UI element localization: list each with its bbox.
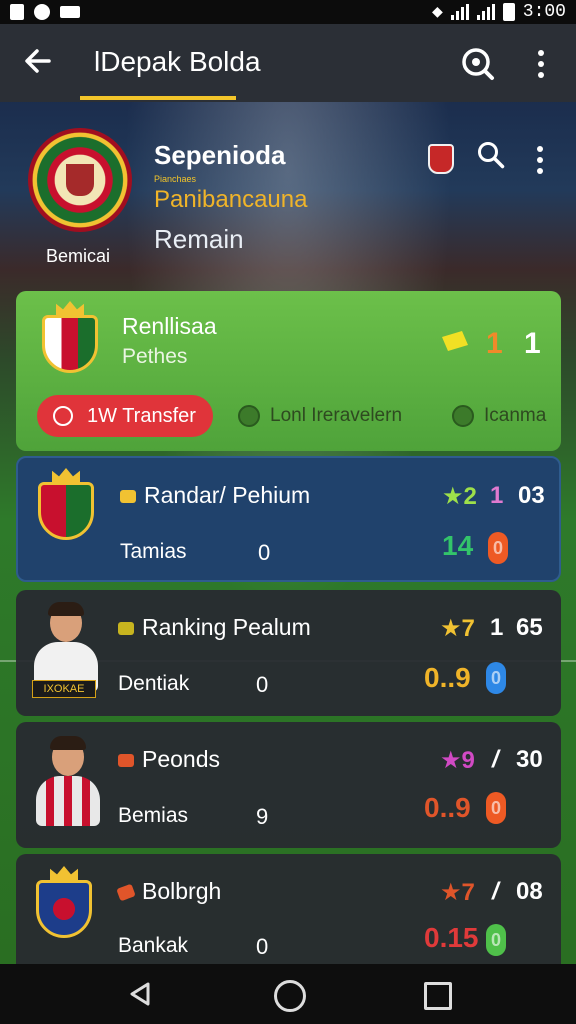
- featured-sub: Pethes: [122, 345, 188, 368]
- header-search-button[interactable]: [476, 140, 506, 170]
- ticket-icon: [116, 884, 136, 902]
- row-value: 0: [258, 540, 271, 565]
- ticket-icon: [442, 331, 468, 351]
- player-avatar: IXOKAE: [30, 602, 100, 698]
- transfer-button[interactable]: 1W Transfer: [37, 395, 213, 437]
- row-value: 0: [256, 934, 269, 959]
- player-avatar: [32, 736, 102, 830]
- row-value: 0: [256, 672, 269, 697]
- header-more-button[interactable]: [532, 142, 548, 176]
- row-stat-c: 03: [518, 482, 545, 509]
- header-title: Sepenioda: [154, 140, 286, 170]
- status-bar: ◆ 3:00: [0, 0, 576, 24]
- row-stat-b: 1: [490, 482, 504, 509]
- clock-icon: [452, 405, 474, 427]
- app-notification-icon: [34, 4, 50, 20]
- row-value: 9: [256, 804, 269, 829]
- row-stat-c: 08: [516, 878, 543, 905]
- list-item[interactable]: IXOKAE Ranking Pealum Dentiak 0 ★7 1 65 …: [16, 590, 561, 716]
- row-pill: 0: [486, 924, 506, 956]
- club-badge: [28, 128, 132, 232]
- nav-back-button[interactable]: [126, 980, 154, 1008]
- nav-home-button[interactable]: [274, 980, 306, 1012]
- clock-icon: [53, 406, 73, 426]
- row-stat-c: 30: [516, 746, 543, 773]
- wifi-icon: ◆: [431, 3, 443, 23]
- club-flag-icon[interactable]: [428, 144, 454, 174]
- row-figure: 0..9: [424, 792, 471, 823]
- ticket-icon: [118, 622, 134, 636]
- team-crest: [34, 468, 98, 540]
- system-nav-bar: [0, 964, 576, 1024]
- ticket-icon: [118, 754, 134, 768]
- row-title: Peonds: [118, 746, 220, 773]
- row-pill: 0: [486, 662, 506, 694]
- row-stat-a: ★2: [442, 483, 477, 510]
- message-icon: [60, 6, 80, 18]
- signal-icon: [450, 4, 469, 20]
- featured-card[interactable]: Renllisaa Pethes 1 1 1W Transfer Lonl Ir…: [16, 291, 561, 451]
- featured-crest: [38, 301, 102, 373]
- player-plate: IXOKAE: [32, 680, 96, 698]
- signal-2-icon: [476, 4, 495, 20]
- nav-recents-button[interactable]: [424, 982, 452, 1010]
- chip-lonl[interactable]: Lonl Ireravelern: [238, 401, 402, 431]
- list-item[interactable]: Peonds Bemias 9 ★9 / 30 0..9 0: [16, 722, 561, 848]
- row-figure: 0.15: [424, 922, 479, 953]
- search-button[interactable]: [458, 44, 498, 84]
- featured-score-a: 1: [486, 327, 503, 360]
- team-crest: [32, 866, 96, 938]
- app-bar: lDepak Bolda: [0, 24, 576, 102]
- header-subtitle: Panibancauna: [154, 186, 308, 213]
- search-icon: [462, 48, 494, 80]
- active-tab-indicator: [80, 96, 236, 100]
- back-button[interactable]: [18, 44, 58, 84]
- arrow-left-icon: [25, 49, 51, 73]
- club-badge-caption: Bemicai: [46, 246, 111, 266]
- list-item[interactable]: Randar/ Pehium Tamias 0 ★2 1 03 14 0: [16, 456, 561, 582]
- featured-name: Renllisaa: [122, 313, 217, 339]
- row-title: Ranking Pealum: [118, 614, 311, 641]
- row-stat-a: ★7: [440, 879, 475, 906]
- triangle-back-icon: [130, 982, 150, 1006]
- sim-icon: [10, 4, 24, 20]
- more-options-button[interactable]: [526, 46, 556, 86]
- row-stat-b: 1: [490, 614, 504, 641]
- row-label: Bankak: [118, 934, 189, 957]
- ticket-icon: [120, 490, 136, 504]
- battery-icon: [502, 3, 515, 21]
- app-bar-title: lDepak Bolda: [94, 46, 261, 77]
- chip-lonl-label: Lonl Ireravelern: [270, 405, 403, 426]
- header-small-text: Pianchaes: [154, 174, 197, 184]
- row-stat-a: ★9: [440, 747, 475, 774]
- featured-score-b: 1: [524, 327, 541, 360]
- row-label: Tamias: [120, 540, 187, 563]
- row-stat-b: /: [492, 746, 499, 773]
- row-title: Bolbrgh: [116, 878, 221, 905]
- row-label: Dentiak: [118, 672, 190, 695]
- status-time: 3:00: [522, 2, 566, 22]
- row-figure: 0..9: [424, 662, 471, 693]
- row-pill: 0: [488, 532, 508, 564]
- header-remain-label: Remain: [154, 224, 244, 254]
- chip-icanma[interactable]: Icanma: [452, 401, 546, 431]
- chip-icanma-label: Icanma: [484, 405, 547, 426]
- row-pill: 0: [486, 792, 506, 824]
- row-figure: 14: [442, 530, 474, 561]
- clock-icon: [238, 405, 260, 427]
- list-item[interactable]: Bolbrgh Bankak 0 ★7 / 08 0.15 0: [16, 854, 561, 966]
- row-stat-a: ★7: [440, 615, 475, 642]
- row-stat-b: /: [492, 878, 499, 905]
- search-icon: [478, 142, 505, 169]
- row-label: Bemias: [118, 804, 189, 827]
- row-stat-c: 65: [516, 614, 543, 641]
- transfer-button-label: 1W Transfer: [87, 404, 196, 427]
- row-title: Randar/ Pehium: [120, 482, 310, 509]
